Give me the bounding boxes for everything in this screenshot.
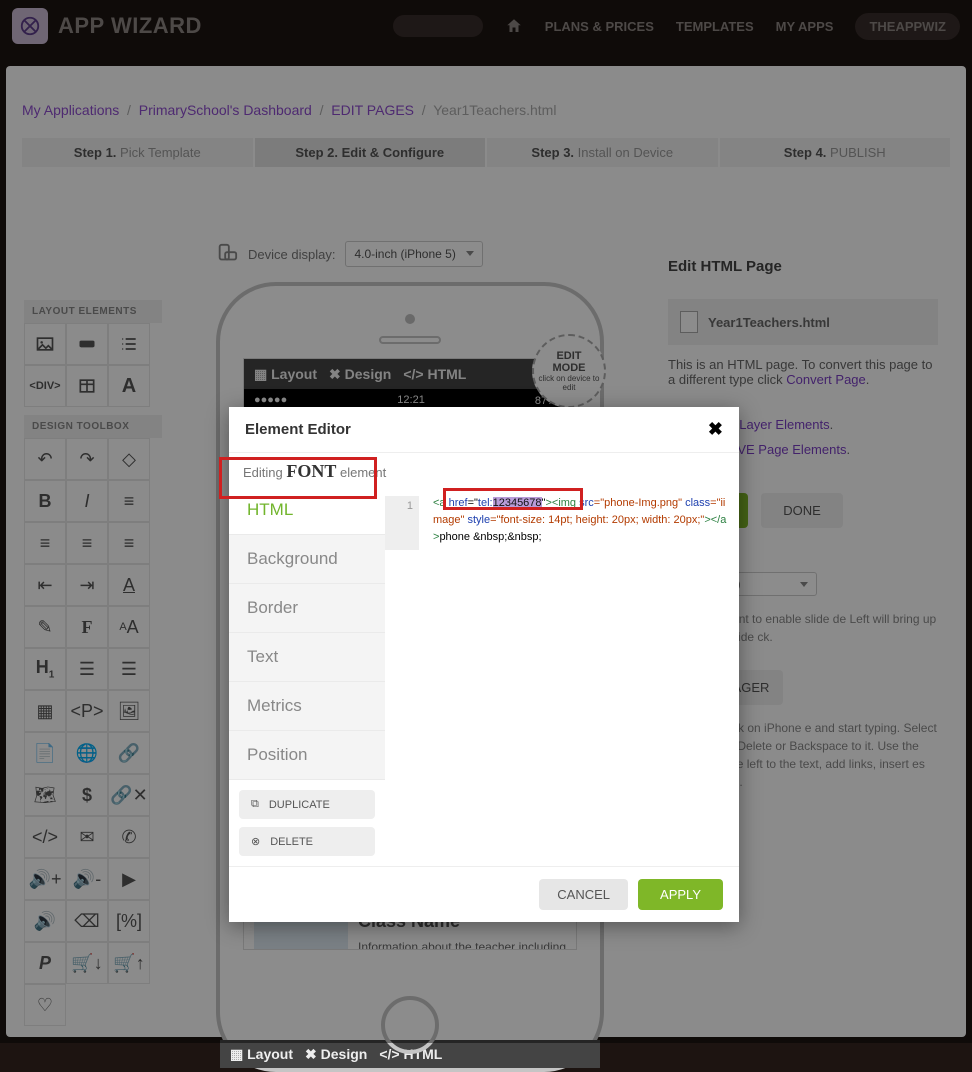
- tab-position[interactable]: Position: [229, 731, 385, 780]
- code-editor[interactable]: 1 <a href="tel:12345678"><img src="phone…: [385, 486, 739, 866]
- modal-title: Element Editor: [245, 421, 351, 438]
- tab-metrics[interactable]: Metrics: [229, 682, 385, 731]
- line-gutter: 1: [385, 496, 419, 550]
- modal-side-tabs: HTML Background Border Text Metrics Posi…: [229, 486, 385, 780]
- highlight-box-href: [443, 488, 583, 510]
- delete-button[interactable]: ⊗DELETE: [239, 827, 375, 856]
- highlight-box-html-tab: [219, 457, 377, 499]
- tab-text[interactable]: Text: [229, 633, 385, 682]
- delete-icon: ⊗: [251, 835, 260, 848]
- tab-border[interactable]: Border: [229, 584, 385, 633]
- close-icon[interactable]: ✖: [708, 419, 723, 440]
- duplicate-icon: ⧉: [251, 798, 259, 811]
- tab-background[interactable]: Background: [229, 535, 385, 584]
- element-editor-modal: Element Editor ✖ Editing FONT element HT…: [229, 407, 739, 922]
- apply-button[interactable]: APPLY: [638, 879, 723, 910]
- duplicate-button[interactable]: ⧉DUPLICATE: [239, 790, 375, 819]
- cancel-button[interactable]: CANCEL: [539, 879, 628, 910]
